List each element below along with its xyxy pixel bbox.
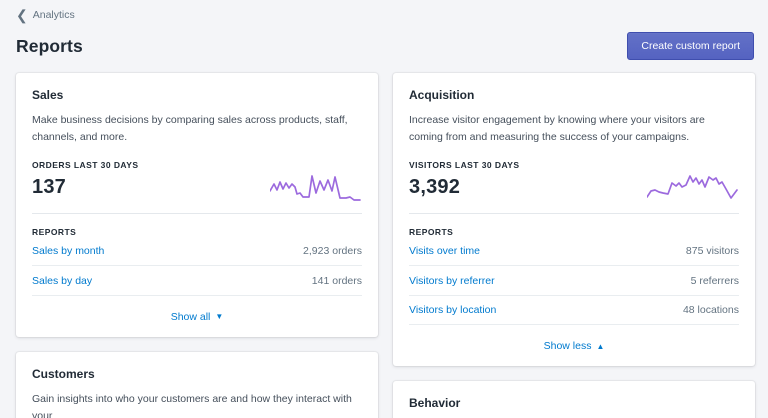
right-column: Acquisition Increase visitor engagement …: [393, 73, 755, 418]
card-title: Behavior: [409, 396, 461, 411]
report-row: Sales by day 141 orders: [32, 266, 362, 296]
report-link-visitors-by-referrer[interactable]: Visitors by referrer: [409, 275, 495, 287]
report-value: 2,923 orders: [303, 245, 362, 258]
show-all-toggle[interactable]: Show all ▼: [171, 311, 224, 323]
report-row: Sales by month 2,923 orders: [32, 237, 362, 267]
breadcrumb-analytics[interactable]: ❮ Analytics: [16, 7, 75, 23]
card-description: Increase visitor engagement by knowing w…: [409, 114, 705, 144]
card-title: Customers: [32, 366, 95, 381]
behavior-card: Behavior: [393, 381, 755, 418]
reports-grid: Sales Make business decisions by compari…: [0, 60, 768, 418]
metric-label: Visitors last 30 days: [409, 159, 520, 170]
toggle-label: Show less: [543, 340, 592, 353]
report-row: Visitors by referrer 5 referrers: [409, 266, 739, 296]
report-row: Visits over time 875 visitors: [409, 237, 739, 267]
acquisition-card: Acquisition Increase visitor engagement …: [393, 73, 755, 367]
report-link-sales-by-day[interactable]: Sales by day: [32, 275, 92, 287]
card-description: Gain insights into who your customers ar…: [32, 392, 352, 418]
caret-down-icon: ▼: [215, 312, 224, 322]
report-link-visits-over-time[interactable]: Visits over time: [409, 245, 480, 257]
caret-up-icon: ▲: [596, 341, 605, 351]
report-value: 141 orders: [311, 274, 362, 287]
create-custom-report-button[interactable]: Create custom report: [627, 32, 754, 60]
acquisition-sparkline-chart: [646, 172, 739, 204]
card-description: Make business decisions by comparing sal…: [32, 114, 348, 144]
page-header: ❮ Analytics Reports Create custom report: [0, 0, 768, 60]
metric-label: Orders last 30 days: [32, 159, 139, 170]
back-chevron-icon: ❮: [16, 7, 28, 23]
divider: [32, 212, 362, 214]
metric-value: 3,392: [409, 176, 461, 199]
metric-value: 137: [32, 176, 66, 199]
breadcrumb-label: Analytics: [32, 9, 75, 21]
report-value: 875 visitors: [685, 245, 739, 258]
card-title: Acquisition: [409, 88, 475, 102]
reports-section-label: Reports: [409, 226, 454, 237]
sales-card: Sales Make business decisions by compari…: [16, 73, 378, 337]
report-link-visitors-by-location[interactable]: Visitors by location: [409, 304, 496, 316]
reports-section-label: Reports: [32, 226, 77, 237]
report-link-sales-by-month[interactable]: Sales by month: [32, 245, 104, 257]
sales-sparkline-chart: [269, 172, 362, 204]
toggle-label: Show all: [170, 310, 211, 323]
card-title: Sales: [32, 88, 64, 102]
customers-card: Customers Gain insights into who your cu…: [16, 351, 378, 418]
report-row: Visitors by location 48 locations: [409, 296, 739, 326]
page-title: Reports: [16, 35, 83, 56]
left-column: Sales Make business decisions by compari…: [16, 73, 378, 418]
report-value: 5 referrers: [690, 274, 739, 287]
report-value: 48 locations: [682, 304, 739, 317]
show-less-toggle[interactable]: Show less ▲: [544, 340, 605, 352]
divider: [409, 212, 739, 214]
